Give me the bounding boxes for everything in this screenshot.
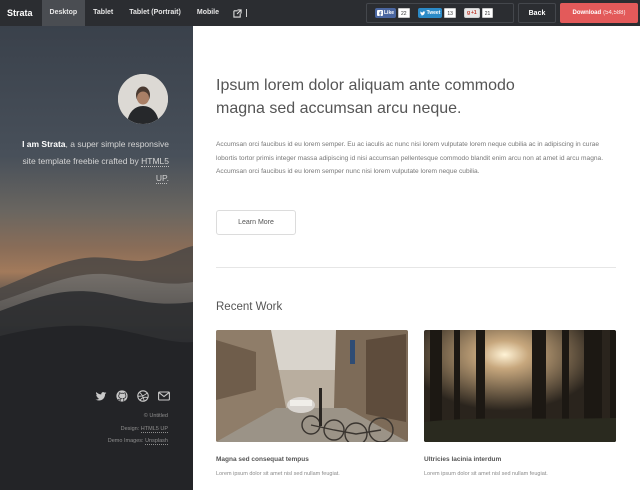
download-button[interactable]: Download (54,588) [560, 3, 638, 23]
facebook-like-label: Like [384, 10, 395, 16]
tab-mobile[interactable]: Mobile [189, 0, 227, 26]
open-external-button[interactable] [227, 0, 248, 26]
work-image-forest[interactable] [424, 330, 616, 442]
tab-tablet[interactable]: Tablet [85, 0, 121, 26]
download-count: (54,588) [603, 10, 626, 16]
design-credit: Design: HTML5 UP [40, 423, 168, 436]
learn-more-button[interactable]: Learn More [216, 210, 296, 235]
intro-paragraph: Accumsan orci faucibus id eu lorem sempe… [216, 141, 604, 176]
facebook-like-count: 22 [398, 8, 410, 18]
social-share-group: Like 22 Tweet 13 g +1 21 [366, 3, 514, 23]
google-plus-badge: g +1 [463, 8, 480, 18]
tab-desktop[interactable]: Desktop [41, 0, 86, 26]
work-desc-2: Lorem ipsum dolor sit amet nisl sed null… [424, 471, 548, 477]
page-headline: Ipsum lorem dolor aliquam ante commodo m… [216, 77, 515, 117]
email-icon[interactable] [158, 389, 170, 401]
work-title-1[interactable]: Magna sed consequat tempus [216, 456, 309, 463]
copyright-text: © Untitled [143, 413, 168, 419]
recent-work-heading: Recent Work [216, 301, 283, 313]
design-credit-label: Design: [120, 425, 141, 432]
external-link-icon [233, 8, 242, 18]
images-credit-link[interactable]: Unsplash [145, 438, 168, 445]
google-plus-count: 21 [481, 8, 494, 18]
avatar [118, 74, 168, 124]
toolbar-divider [246, 9, 248, 17]
github-icon[interactable] [116, 389, 128, 402]
intro-text: I am Strata, a super simple responsive s… [14, 136, 169, 187]
section-divider [216, 267, 616, 268]
intro-period: . [166, 173, 169, 183]
facebook-like-button[interactable]: Like 22 [375, 8, 410, 18]
tweet-label: Tweet [426, 10, 441, 16]
tab-tablet-portrait[interactable]: Tablet (Portrait) [121, 0, 189, 26]
facebook-icon [377, 10, 383, 16]
design-credit-link[interactable]: HTML5 UP [140, 425, 168, 433]
dribbble-icon[interactable] [137, 389, 149, 402]
work-image-street[interactable] [216, 330, 408, 442]
google-plus-label: +1 [471, 10, 477, 16]
social-icons [95, 389, 170, 402]
intro-author-link[interactable]: HTML5 UP [141, 156, 169, 184]
images-credit: Demo Images: Unsplash [40, 435, 168, 448]
main-content: Ipsum lorem dolor aliquam ante commodo m… [193, 26, 640, 490]
brand-name: Strata [7, 8, 33, 18]
tweet-button[interactable]: Tweet 13 [417, 8, 456, 18]
images-credit-label: Demo Images: [107, 438, 146, 444]
work-title-2[interactable]: Ultricies lacinia interdum [424, 456, 501, 463]
google-plus-button[interactable]: g +1 21 [463, 8, 494, 18]
twitter-icon[interactable] [95, 389, 107, 401]
google-plus-icon: g [466, 10, 471, 16]
intro-name: I am Strata [22, 139, 66, 149]
footer-credits: © Untitled Design: HTML5 UP Demo Images:… [40, 410, 168, 448]
work-desc-1: Lorem ipsum dolor sit amet nisl sed null… [216, 471, 340, 477]
tweet-count: 13 [444, 8, 456, 18]
back-button[interactable]: Back [518, 3, 556, 23]
sidebar-header: I am Strata, a super simple responsive s… [0, 26, 193, 490]
download-label: Download [572, 10, 602, 16]
facebook-badge: Like [375, 8, 397, 18]
twitter-bird-icon [419, 10, 426, 15]
twitter-badge: Tweet [417, 8, 443, 18]
avatar-photo [118, 74, 168, 124]
